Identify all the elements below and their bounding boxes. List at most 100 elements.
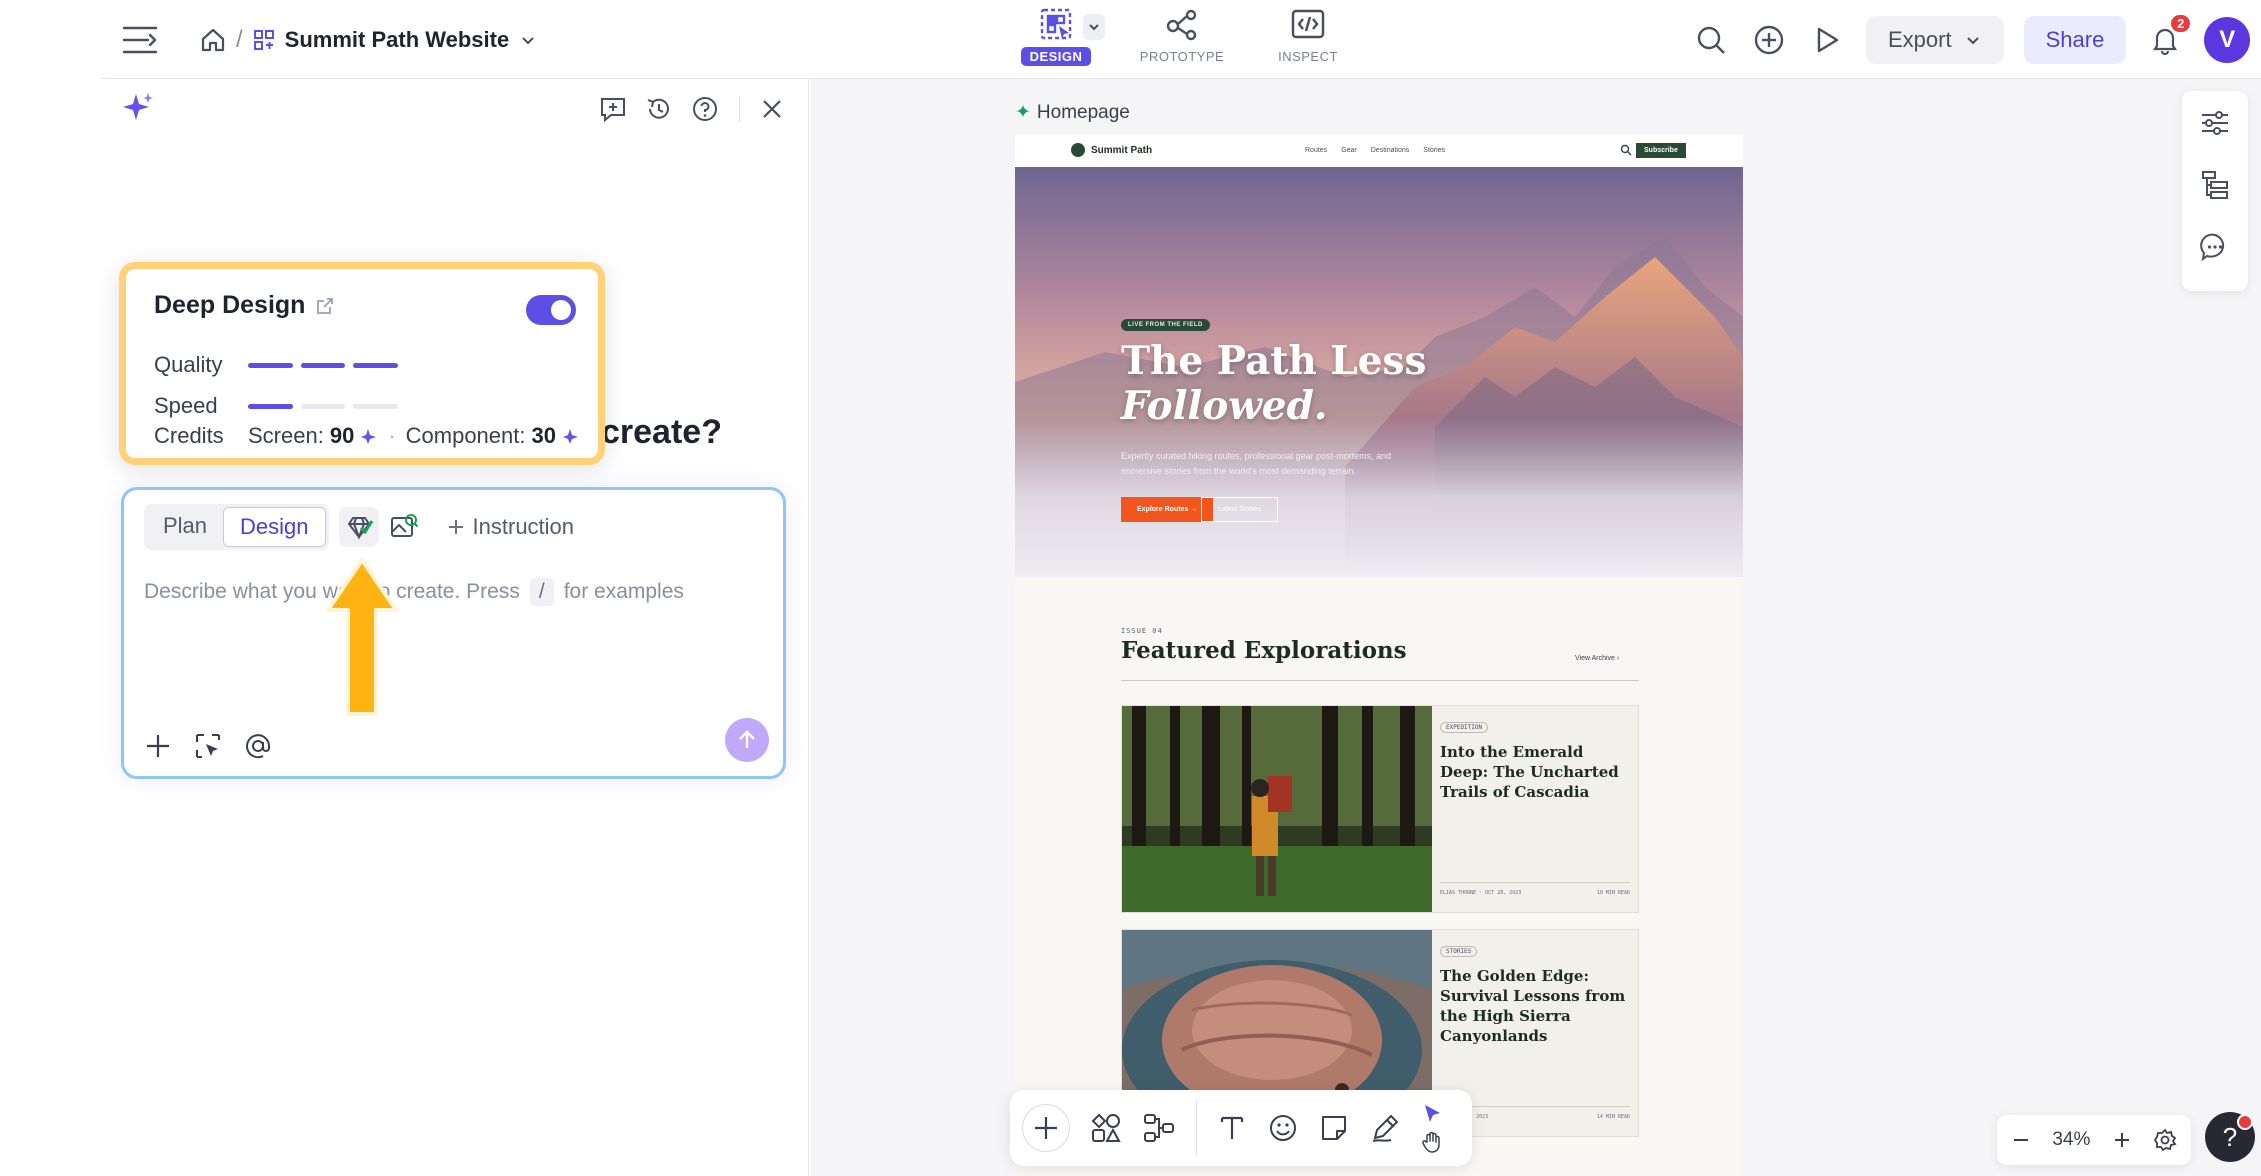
project-icon (253, 29, 275, 51)
credit-sparkle-icon (562, 429, 578, 444)
zoom-in-icon[interactable] (2112, 1130, 2132, 1150)
adjust-settings-icon[interactable] (2199, 107, 2231, 139)
component-credits-label: Component: (405, 423, 526, 448)
arrow-up-hint-icon (326, 558, 398, 716)
deep-design-switch[interactable] (526, 295, 576, 325)
chevron-down-icon[interactable] (519, 31, 537, 49)
article-card: EXPEDITION Into the Emerald Deep: The Un… (1121, 705, 1639, 913)
frame-label[interactable]: ✦ Homepage (1015, 101, 1130, 124)
divider (739, 96, 740, 122)
site-logo: Summit Path (1071, 143, 1152, 157)
history-icon[interactable] (645, 95, 673, 123)
design-canvas[interactable]: ✦ Homepage Summit Path Routes Gear Desti… (810, 79, 2261, 1176)
select-pointer-icon[interactable] (1421, 1103, 1443, 1125)
share-button[interactable]: Share (2023, 16, 2127, 64)
zoom-out-icon[interactable] (2011, 1130, 2031, 1150)
canvas-settings-icon[interactable] (2153, 1128, 2177, 1152)
export-label: Export (1888, 27, 1952, 52)
mode-design[interactable]: Design (223, 507, 326, 547)
attach-plus-icon[interactable] (144, 732, 172, 760)
emoji-icon[interactable] (1267, 1112, 1299, 1144)
site-nav-routes: Routes (1305, 147, 1328, 154)
project-name[interactable]: Summit Path Website (285, 27, 510, 53)
mode-plan[interactable]: Plan (147, 507, 223, 547)
screen-credits-value: 90 (329, 423, 355, 448)
quality-label: Quality (154, 352, 223, 377)
prompt-composer: Plan Design Instruction Describe what yo… (121, 487, 786, 779)
plus-icon (448, 520, 463, 534)
help-button[interactable]: ? (2205, 1112, 2255, 1162)
chevron-down-icon (1966, 37, 1979, 45)
deep-design-popover: Deep Design Quality Speed Credits Screen… (119, 262, 605, 465)
site-nav-stories: Stories (1423, 147, 1446, 154)
tab-inspect[interactable]: INSPECT (1258, 6, 1358, 76)
card-title: Into the Emerald Deep: The Uncharted Tra… (1440, 743, 1619, 801)
deep-design-toggle-icon[interactable] (338, 507, 379, 547)
site-nav-destinations: Destinations (1370, 147, 1410, 154)
send-button[interactable] (725, 718, 769, 762)
flow-icon[interactable] (1142, 1112, 1176, 1144)
close-icon[interactable] (760, 97, 784, 121)
image-search-icon[interactable] (389, 512, 419, 542)
play-icon[interactable] (1808, 21, 1846, 59)
divider (1196, 1100, 1197, 1156)
hand-pan-icon[interactable] (1421, 1131, 1443, 1153)
new-chat-icon[interactable] (599, 95, 627, 123)
issue-label: ISSUE 04 (1121, 627, 1163, 635)
placeholder-end: for examples (563, 580, 684, 603)
featured-title: Featured Explorations (1121, 637, 1407, 664)
breadcrumb-separator: / (236, 26, 243, 53)
canvas-toolbar (1010, 1090, 1472, 1166)
ai-panel: create? Plan Design Instruction Describe… (101, 79, 809, 1176)
meter-segment (353, 362, 399, 368)
hero-title: The Path Less Followed. (1121, 338, 1427, 429)
add-circle-icon[interactable] (1750, 21, 1788, 59)
meter-segment (300, 403, 346, 409)
site-subscribe-button: Subscribe (1636, 143, 1686, 158)
credit-sparkle-icon (361, 429, 377, 444)
credits-row: Credits Screen: 90 · Component: 30 (154, 423, 580, 449)
pen-tool-icon[interactable] (1369, 1112, 1401, 1144)
notifications-bell-icon[interactable]: 2 (2146, 15, 2191, 59)
hero-secondary-button: Latest Stories (1201, 497, 1278, 522)
text-tool-icon[interactable] (1217, 1113, 1247, 1143)
export-button[interactable]: Export (1866, 16, 2004, 64)
home-icon[interactable] (200, 27, 226, 53)
ai-sparkle-icon (121, 91, 155, 125)
hero-tag: LIVE FROM THE FIELD (1121, 319, 1210, 331)
external-link-icon[interactable] (315, 296, 335, 316)
hero-copy: Expertly curated hiking routes, professi… (1121, 451, 1392, 476)
layers-tree-icon[interactable] (2199, 169, 2231, 201)
mode-chevron-down-icon[interactable] (1083, 14, 1105, 40)
card-title: The Golden Edge: Survival Lessons from t… (1440, 967, 1626, 1045)
mode-segmented-control: Plan Design (144, 504, 329, 550)
zoom-level[interactable]: 34% (2052, 1129, 2090, 1151)
insert-plus-icon[interactable] (1022, 1104, 1070, 1152)
divider (1121, 680, 1639, 681)
app-root: / Summit Path Website DESIGN PROTOTYPE I… (0, 0, 2261, 1176)
meter-segment (353, 403, 399, 409)
hero-primary-button: Explore Routes → (1121, 497, 1214, 522)
credits-label: Credits (154, 423, 224, 448)
add-instruction-button[interactable]: Instruction (447, 514, 575, 540)
search-icon[interactable] (1692, 21, 1730, 59)
components-icon[interactable] (1090, 1112, 1122, 1144)
prompt-input[interactable]: Describe what you want to create. Press … (144, 578, 684, 606)
speed-meter (248, 403, 399, 409)
tab-prototype[interactable]: PROTOTYPE (1132, 6, 1232, 76)
instruction-label: Instruction (472, 514, 575, 539)
homepage-frame[interactable]: Summit Path Routes Gear Destinations Sto… (1015, 135, 1743, 1176)
hamburger-menu-icon[interactable] (120, 20, 160, 60)
help-circle-icon[interactable] (691, 95, 719, 123)
sticky-note-icon[interactable] (1319, 1113, 1349, 1143)
deep-design-title-row: Deep Design (154, 291, 335, 320)
avatar[interactable]: V (2204, 17, 2251, 63)
select-element-icon[interactable] (194, 732, 222, 760)
deep-design-title: Deep Design (154, 291, 306, 319)
forest-hiker-image (1122, 706, 1432, 912)
component-credits-value: 30 (531, 423, 556, 448)
meter-segment (300, 362, 346, 368)
mention-icon[interactable] (244, 732, 272, 760)
site-nav-gear: Gear (1341, 147, 1357, 154)
comments-icon[interactable] (2199, 231, 2231, 263)
